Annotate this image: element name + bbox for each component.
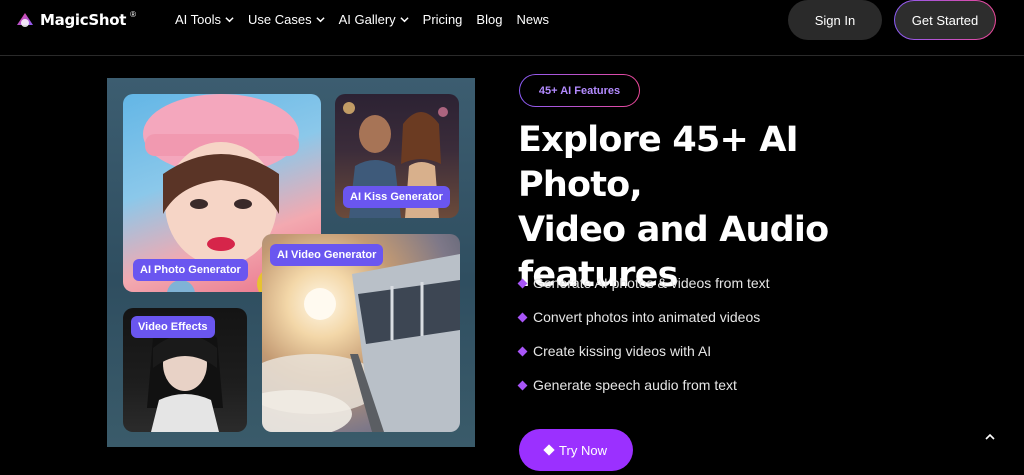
diamond-bullet-icon [517, 312, 528, 322]
ai-photo-generator-tag[interactable]: AI Photo Generator [133, 259, 248, 281]
magicshot-logo-icon [14, 9, 36, 31]
ai-kiss-tile-image[interactable]: AI Kiss Generator [335, 94, 459, 218]
menu-item-use-cases[interactable]: Use Cases [248, 12, 325, 27]
feature-text: Generate AI photos & videos from text [533, 275, 770, 291]
get-started-button[interactable]: Get Started [894, 0, 996, 40]
headline-line: Explore 45+ AI Photo, [518, 120, 799, 205]
features-count-badge: 45+ AI Features [519, 74, 640, 107]
list-item: Generate AI photos & videos from text [517, 266, 770, 300]
feature-text: Convert photos into animated videos [533, 309, 761, 325]
menu-item-label: AI Tools [175, 12, 222, 27]
brand-registered-mark: ® [130, 9, 136, 19]
feature-collage: AI Photo Generator AI Kiss Generator AI … [107, 78, 475, 447]
try-now-button[interactable]: Try Now [519, 429, 633, 471]
feature-text: Generate speech audio from text [533, 377, 737, 393]
feature-text: Create kissing videos with AI [533, 343, 712, 359]
brand-logo[interactable]: MagicShot ® [14, 9, 136, 31]
menu-item-label: News [516, 12, 549, 27]
list-item: Create kissing videos with AI [517, 334, 770, 368]
ai-video-generator-tag[interactable]: AI Video Generator [270, 244, 384, 266]
menu-item-label: Pricing [422, 12, 463, 27]
menu-item-label: Use Cases [248, 12, 312, 27]
video-effects-tag[interactable]: Video Effects [131, 316, 215, 338]
sign-in-button[interactable]: Sign In [788, 0, 882, 40]
scroll-to-top-button[interactable] [982, 429, 998, 445]
top-navbar: MagicShot ® AI Tools Use Cases AI Galler… [0, 0, 1024, 56]
chevron-up-icon [985, 433, 995, 440]
sparkle-icon [543, 444, 555, 456]
headline-line: Video and Audio [518, 210, 829, 250]
menu-item-label: AI Gallery [338, 12, 396, 27]
menu-item-label: Blog [476, 12, 503, 27]
ai-kiss-generator-tag[interactable]: AI Kiss Generator [343, 186, 450, 208]
list-item: Generate speech audio from text [517, 368, 770, 402]
try-now-label: Try Now [559, 442, 607, 458]
chevron-down-icon [225, 17, 234, 23]
menu-item-ai-tools[interactable]: AI Tools [175, 12, 234, 27]
menu-item-pricing[interactable]: Pricing [423, 12, 463, 27]
main-menu: AI Tools Use Cases AI Gallery Pricing Bl… [175, 12, 549, 27]
list-item: Convert photos into animated videos [517, 300, 770, 334]
diamond-bullet-icon [517, 380, 528, 390]
menu-item-news[interactable]: News [516, 12, 549, 27]
feature-list: Generate AI photos & videos from text Co… [517, 266, 770, 402]
video-effects-tile-image[interactable]: Video Effects [123, 308, 247, 432]
brand-name: MagicShot [40, 11, 127, 29]
diamond-bullet-icon [517, 278, 528, 288]
ai-video-tile-image[interactable]: AI Video Generator [262, 234, 460, 432]
menu-item-blog[interactable]: Blog [476, 12, 502, 27]
diamond-bullet-icon [517, 346, 528, 356]
chevron-down-icon [400, 17, 409, 23]
chevron-down-icon [315, 17, 325, 23]
menu-item-ai-gallery[interactable]: AI Gallery [339, 12, 409, 27]
